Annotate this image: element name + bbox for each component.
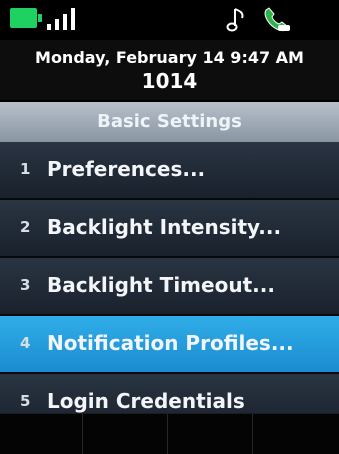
softkey-4[interactable] <box>255 414 339 454</box>
menu-item-number: 5 <box>20 392 31 410</box>
menu-item-number: 4 <box>20 334 31 352</box>
status-bar <box>0 0 339 38</box>
extension-number: 1014 <box>141 69 198 93</box>
softkey-bar <box>0 413 339 454</box>
menu-item-label: Preferences... <box>47 157 206 181</box>
menu-item-backlight-timeout[interactable]: 3 Backlight Timeout... <box>0 258 339 316</box>
menu-item-label: Notification Profiles... <box>47 331 294 355</box>
signal-icon <box>47 8 87 30</box>
settings-menu: 1 Preferences... 2 Backlight Intensity..… <box>0 142 339 414</box>
softkey-3[interactable] <box>170 414 253 454</box>
menu-item-number: 1 <box>20 160 31 178</box>
menu-item-number: 3 <box>20 276 31 294</box>
menu-item-notification-profiles[interactable]: 4 Notification Profiles... <box>0 316 339 374</box>
page-title: Basic Settings <box>0 102 339 142</box>
music-note-icon <box>226 8 244 32</box>
softkey-2[interactable] <box>85 414 168 454</box>
battery-icon <box>10 8 42 28</box>
date-time: Monday, February 14 9:47 AM <box>35 48 304 67</box>
menu-item-preferences[interactable]: 1 Preferences... <box>0 142 339 200</box>
softkey-1[interactable] <box>0 414 83 454</box>
menu-item-label: Backlight Intensity... <box>47 215 282 239</box>
menu-item-login-credentials[interactable]: 5 Login Credentials <box>0 374 339 414</box>
header-info: Monday, February 14 9:47 AM 1014 <box>0 40 339 100</box>
menu-item-backlight-intensity[interactable]: 2 Backlight Intensity... <box>0 200 339 258</box>
menu-item-label: Login Credentials <box>47 389 245 413</box>
menu-item-number: 2 <box>20 218 31 236</box>
handset-icon <box>264 7 290 32</box>
menu-item-label: Backlight Timeout... <box>47 273 275 297</box>
